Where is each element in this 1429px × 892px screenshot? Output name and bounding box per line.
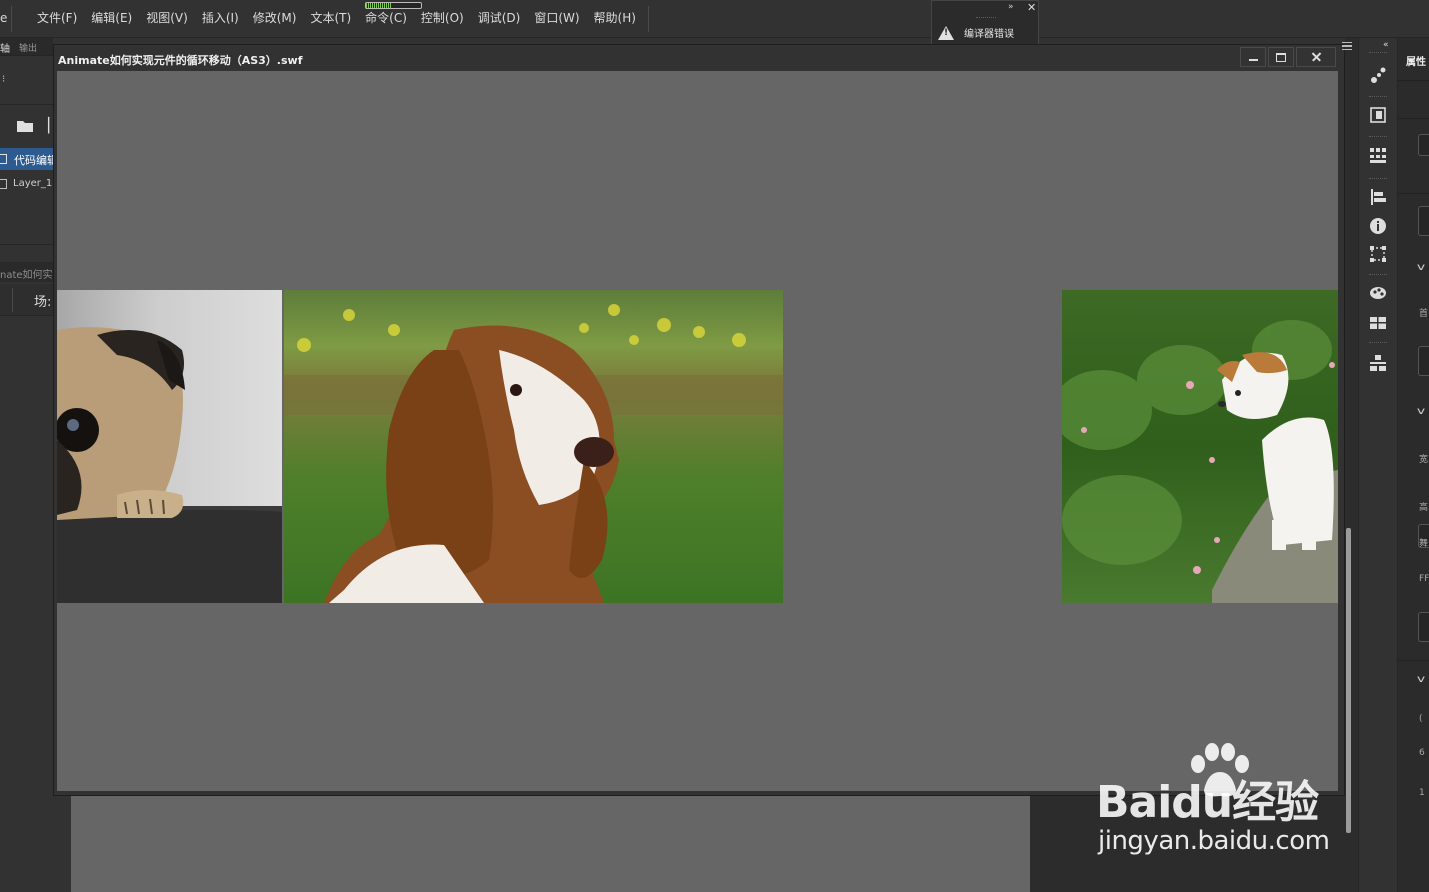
divider: [0, 244, 53, 245]
color-icon[interactable]: [1369, 284, 1387, 302]
property-label: 高: [1419, 503, 1429, 513]
property-field[interactable]: [1418, 612, 1429, 642]
chevron-down-icon[interactable]: v: [1417, 406, 1425, 417]
menu-item[interactable]: 控制(O): [414, 10, 471, 26]
tab-output[interactable]: 输出: [19, 41, 37, 54]
panel-grip: [1369, 274, 1387, 275]
info-icon[interactable]: [1369, 217, 1387, 235]
property-label: 1: [1419, 788, 1425, 798]
panel-grip: [1369, 96, 1387, 97]
components-icon[interactable]: [1369, 314, 1387, 332]
panel-grip: [1369, 136, 1387, 137]
menu-item[interactable]: 调试(D): [471, 10, 528, 26]
panel-dock: «: [1358, 38, 1398, 892]
watermark-brand: Baidu经验: [1096, 777, 1319, 828]
library-icon[interactable]: [1369, 106, 1387, 124]
panel-handle-icon: ⁝: [2, 74, 6, 85]
menu-bar: e 文件(F) 编辑(E) 视图(V) 插入(I) 修改(M) 文本(T) 命令(C) 控制(…: [0, 0, 1429, 38]
window-title: Animate如何实现元件的循环移动（AS3）.swf: [58, 54, 303, 67]
close-button[interactable]: [1296, 47, 1336, 67]
properties-panel: 属性 v 首 v 宽 高 舞 FF v ( 6 1: [1398, 38, 1429, 892]
panel-grip: [1369, 178, 1387, 179]
property-field[interactable]: [1418, 346, 1429, 376]
compile-progress-fill: [366, 3, 391, 8]
menu-item[interactable]: 文本(T): [303, 10, 358, 26]
puppy-image: [1062, 290, 1338, 603]
property-label: 宽: [1419, 455, 1429, 465]
divider: [1398, 118, 1429, 119]
tab-timeline[interactable]: 轴: [0, 40, 10, 55]
scene-bar: 场:: [0, 284, 53, 316]
document-tab[interactable]: nate如何实: [0, 262, 53, 282]
maximize-button[interactable]: [1268, 47, 1294, 67]
divider: [0, 104, 53, 105]
document-tab-label: nate如何实: [0, 270, 53, 281]
align-icon[interactable]: [1369, 188, 1387, 206]
basset-hound-image: [284, 290, 783, 603]
swatches-icon[interactable]: [1369, 146, 1387, 164]
property-label: 舞: [1419, 539, 1429, 549]
menu-item[interactable]: 窗口(W): [527, 10, 586, 26]
warning-icon: [938, 25, 954, 40]
divider: [1398, 193, 1429, 194]
chevron-down-icon[interactable]: v: [1417, 674, 1425, 685]
baidu-watermark: Baidu经验 jingyan.baidu.com: [1096, 742, 1356, 862]
authoring-stage[interactable]: [71, 796, 1030, 892]
compiler-errors-label: 编译器错误: [964, 29, 1014, 40]
watermark-url: jingyan.baidu.com: [1098, 826, 1330, 856]
chevron-down-icon[interactable]: v: [1417, 262, 1425, 273]
property-label: FF: [1419, 574, 1429, 584]
window-controls: [1240, 47, 1336, 67]
pug-image: [57, 290, 282, 603]
layer-visibility-box[interactable]: [0, 179, 7, 189]
panel-grip: [1369, 52, 1387, 53]
panel-grip: [1369, 342, 1387, 343]
menu-item[interactable]: 编辑(E): [84, 10, 139, 26]
collapse-panels-icon[interactable]: «: [1383, 40, 1389, 50]
property-field[interactable]: [1418, 206, 1429, 236]
property-label: 6: [1419, 748, 1425, 758]
folder-icon[interactable]: [16, 119, 34, 133]
divider: [1398, 660, 1429, 661]
motion-presets-icon[interactable]: [1369, 66, 1387, 84]
layer-row-code[interactable]: 代码编辑: [0, 148, 58, 170]
property-field[interactable]: [1418, 134, 1429, 156]
close-icon[interactable]: ✕: [1027, 1, 1036, 14]
main-menu: 文件(F) 编辑(E) 视图(V) 插入(I) 修改(M) 文本(T) 命令(C) 控制(O)…: [30, 10, 643, 26]
menu-divider: [11, 6, 12, 32]
minimize-button[interactable]: [1240, 47, 1266, 67]
left-panel-tabs: 轴 输出: [0, 38, 53, 56]
compile-progress-bar: [365, 2, 422, 9]
menu-divider: [648, 6, 649, 32]
compiler-errors-tab[interactable]: 编译器错误: [938, 25, 1014, 40]
menu-item[interactable]: 文件(F): [30, 10, 84, 26]
swf-stage: [57, 71, 1338, 791]
transform-icon[interactable]: [1369, 245, 1387, 263]
layer-row-layer1[interactable]: Layer_1: [0, 174, 53, 194]
scene-icon[interactable]: [1369, 354, 1387, 372]
menu-item[interactable]: 命令(C): [358, 10, 414, 26]
layer-visibility-box[interactable]: [0, 154, 7, 164]
menu-item[interactable]: 视图(V): [139, 10, 195, 26]
divider: [1398, 80, 1429, 81]
panel-menu-icon[interactable]: [1342, 42, 1352, 50]
divider: [12, 288, 13, 312]
scene-label[interactable]: 场:: [34, 291, 51, 310]
menu-item[interactable]: 插入(I): [195, 10, 246, 26]
layer-name: Layer_1: [13, 178, 53, 189]
menu-item[interactable]: 修改(M): [246, 10, 304, 26]
layer-name: 代码编辑: [14, 154, 58, 167]
swf-player-window: Animate如何实现元件的循环移动（AS3）.swf: [53, 44, 1345, 796]
property-label: 首: [1419, 309, 1429, 319]
property-label: (: [1419, 714, 1423, 724]
properties-title[interactable]: 属性: [1406, 53, 1426, 68]
panel-grip[interactable]: [976, 17, 996, 20]
menu-item[interactable]: 帮助(H): [587, 10, 643, 26]
expand-panel-icon[interactable]: »: [1008, 2, 1014, 12]
app-menu-edge[interactable]: e: [0, 11, 7, 25]
